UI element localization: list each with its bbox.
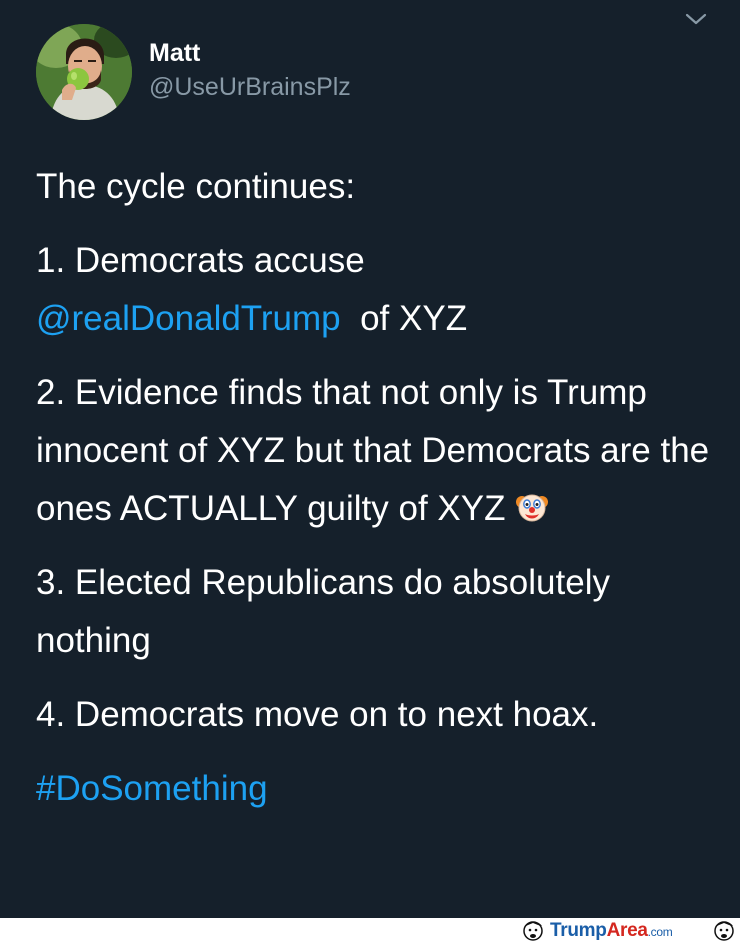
point-1-text: 1. Democrats accuse: [36, 241, 365, 280]
tweet-card: Matt @UseUrBrainsPlz The cycle continues…: [0, 0, 740, 918]
tweet-text: The cycle continues: 1. Democrats accuse…: [36, 158, 716, 834]
avatar-photo: [36, 24, 132, 120]
watermark-logo: TrumpArea.com: [550, 920, 673, 943]
author-handle[interactable]: @UseUrBrainsPlz: [149, 72, 351, 102]
tweet-point-2: 2. Evidence finds that not only is Trump…: [36, 364, 716, 538]
tweet-point-3: 3. Elected Republicans do absolutely not…: [36, 563, 610, 660]
point-1-end: of XYZ: [360, 299, 468, 338]
watermark-bar: TrumpArea.com: [0, 918, 740, 943]
tweet-point-4: 4. Democrats move on to next hoax.: [36, 695, 599, 734]
tweet-hashtag-line: #DoSomething: [36, 760, 716, 818]
mascot-icon: [520, 918, 546, 943]
tweet-point-1: 1. Democrats accuse @realDonaldTrump of X…: [36, 232, 716, 348]
watermark-com: .com: [647, 925, 673, 939]
chevron-down-icon[interactable]: [683, 10, 709, 28]
point-2-text: 2. Evidence finds that not only is Trump…: [36, 373, 710, 528]
author-name[interactable]: Matt: [149, 39, 200, 67]
tweet-intro: The cycle continues:: [36, 167, 356, 206]
hashtag-link[interactable]: #DoSomething: [36, 769, 268, 808]
mascot-icon: [711, 918, 737, 943]
watermark-area: Area: [606, 920, 648, 941]
clown-face-icon: [515, 484, 549, 522]
watermark-trump: Trump: [550, 920, 607, 941]
avatar[interactable]: [36, 24, 132, 120]
mention-link[interactable]: @realDonaldTrump: [36, 299, 341, 338]
